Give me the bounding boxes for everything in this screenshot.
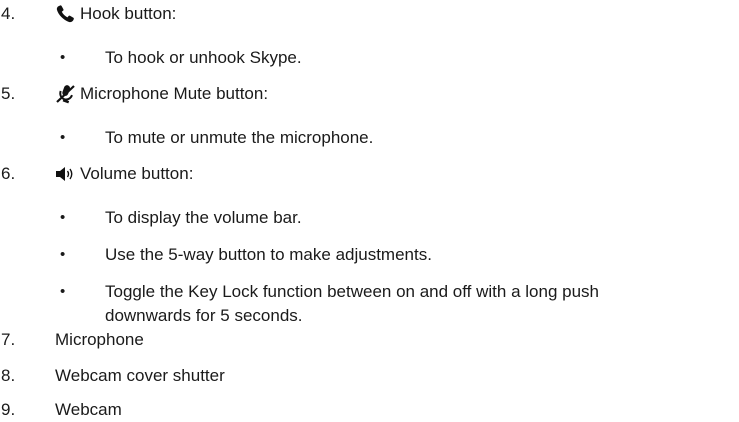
bullet-dot: • (60, 246, 66, 263)
bullet-dot: • (60, 209, 66, 226)
bullet-text: Use the 5-way button to make adjustments… (105, 245, 432, 264)
bullet-text: To hook or unhook Skype. (105, 48, 302, 67)
item-label: Microphone (55, 330, 144, 349)
bullet-dot: • (60, 283, 66, 300)
item-number: 6. (1, 164, 16, 183)
bullet-text: downwards for 5 seconds. (105, 306, 303, 325)
item-label: Webcam (55, 400, 122, 419)
bullet-dot: • (60, 129, 66, 146)
item-number: 8. (1, 366, 16, 385)
bullet-text: To display the volume bar. (105, 208, 302, 227)
microphone-mute-icon (55, 84, 76, 104)
item-label: Volume button: (80, 164, 194, 183)
bullet-dot: • (60, 49, 66, 66)
item-number: 4. (1, 4, 16, 23)
bullet-text: Toggle the Key Lock function between on … (105, 282, 599, 301)
phone-icon (55, 4, 76, 24)
item-heading: Microphone Mute button: (55, 84, 268, 104)
item-label: Microphone Mute button: (80, 84, 269, 103)
speaker-icon (55, 164, 76, 184)
item-heading: Hook button: (55, 4, 176, 24)
item-label: Webcam cover shutter (55, 366, 225, 385)
item-label: Hook button: (80, 4, 177, 23)
item-number: 5. (1, 84, 16, 103)
item-number: 9. (1, 400, 16, 419)
bullet-text: To mute or unmute the microphone. (105, 128, 374, 147)
item-heading: Volume button: (55, 164, 193, 184)
item-number: 7. (1, 330, 16, 349)
